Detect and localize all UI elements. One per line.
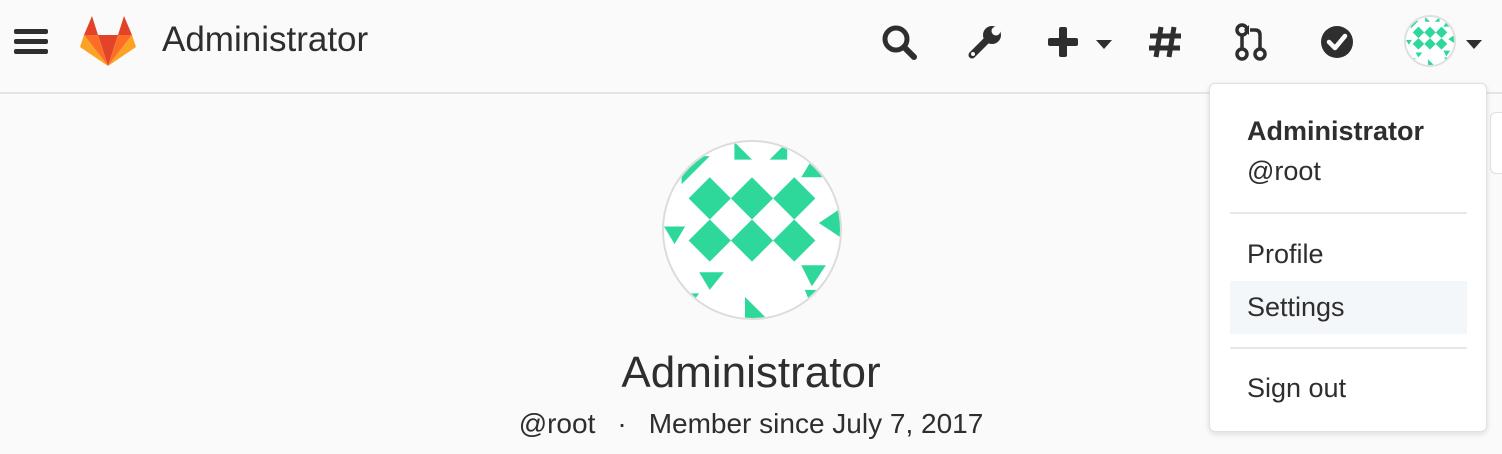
- dropdown-divider: [1230, 347, 1467, 349]
- menu-item-sign-out[interactable]: Sign out: [1230, 362, 1467, 415]
- user-avatar[interactable]: [1404, 15, 1456, 67]
- gitlab-logo[interactable]: [80, 14, 136, 66]
- dropdown-divider: [1230, 212, 1467, 214]
- top-navbar: Administrator: [0, 0, 1502, 94]
- meta-separator: ·: [617, 408, 627, 439]
- search-icon[interactable]: [880, 22, 918, 62]
- menu-item-settings[interactable]: Settings: [1230, 281, 1467, 334]
- side-panel-edge: [1490, 112, 1502, 174]
- wrench-icon[interactable]: [966, 22, 1004, 62]
- merge-request-icon[interactable]: [1232, 22, 1270, 62]
- profile-avatar: [662, 140, 842, 320]
- user-dropdown-menu: Administrator @root Profile Settings Sig…: [1209, 83, 1487, 432]
- dropdown-username: @root: [1247, 156, 1321, 186]
- app-title[interactable]: Administrator: [162, 18, 368, 62]
- profile-username: @root: [518, 408, 596, 439]
- hash-icon[interactable]: [1146, 22, 1184, 62]
- dropdown-user-name: Administrator: [1247, 116, 1425, 146]
- plus-icon[interactable]: [1044, 22, 1082, 62]
- user-menu-caret-icon[interactable]: [1466, 40, 1482, 49]
- new-dropdown-caret-icon[interactable]: [1096, 40, 1112, 49]
- hamburger-icon[interactable]: [14, 26, 48, 58]
- menu-item-profile[interactable]: Profile: [1230, 228, 1467, 281]
- check-circle-icon[interactable]: [1318, 22, 1356, 62]
- member-since: Member since July 7, 2017: [648, 408, 984, 439]
